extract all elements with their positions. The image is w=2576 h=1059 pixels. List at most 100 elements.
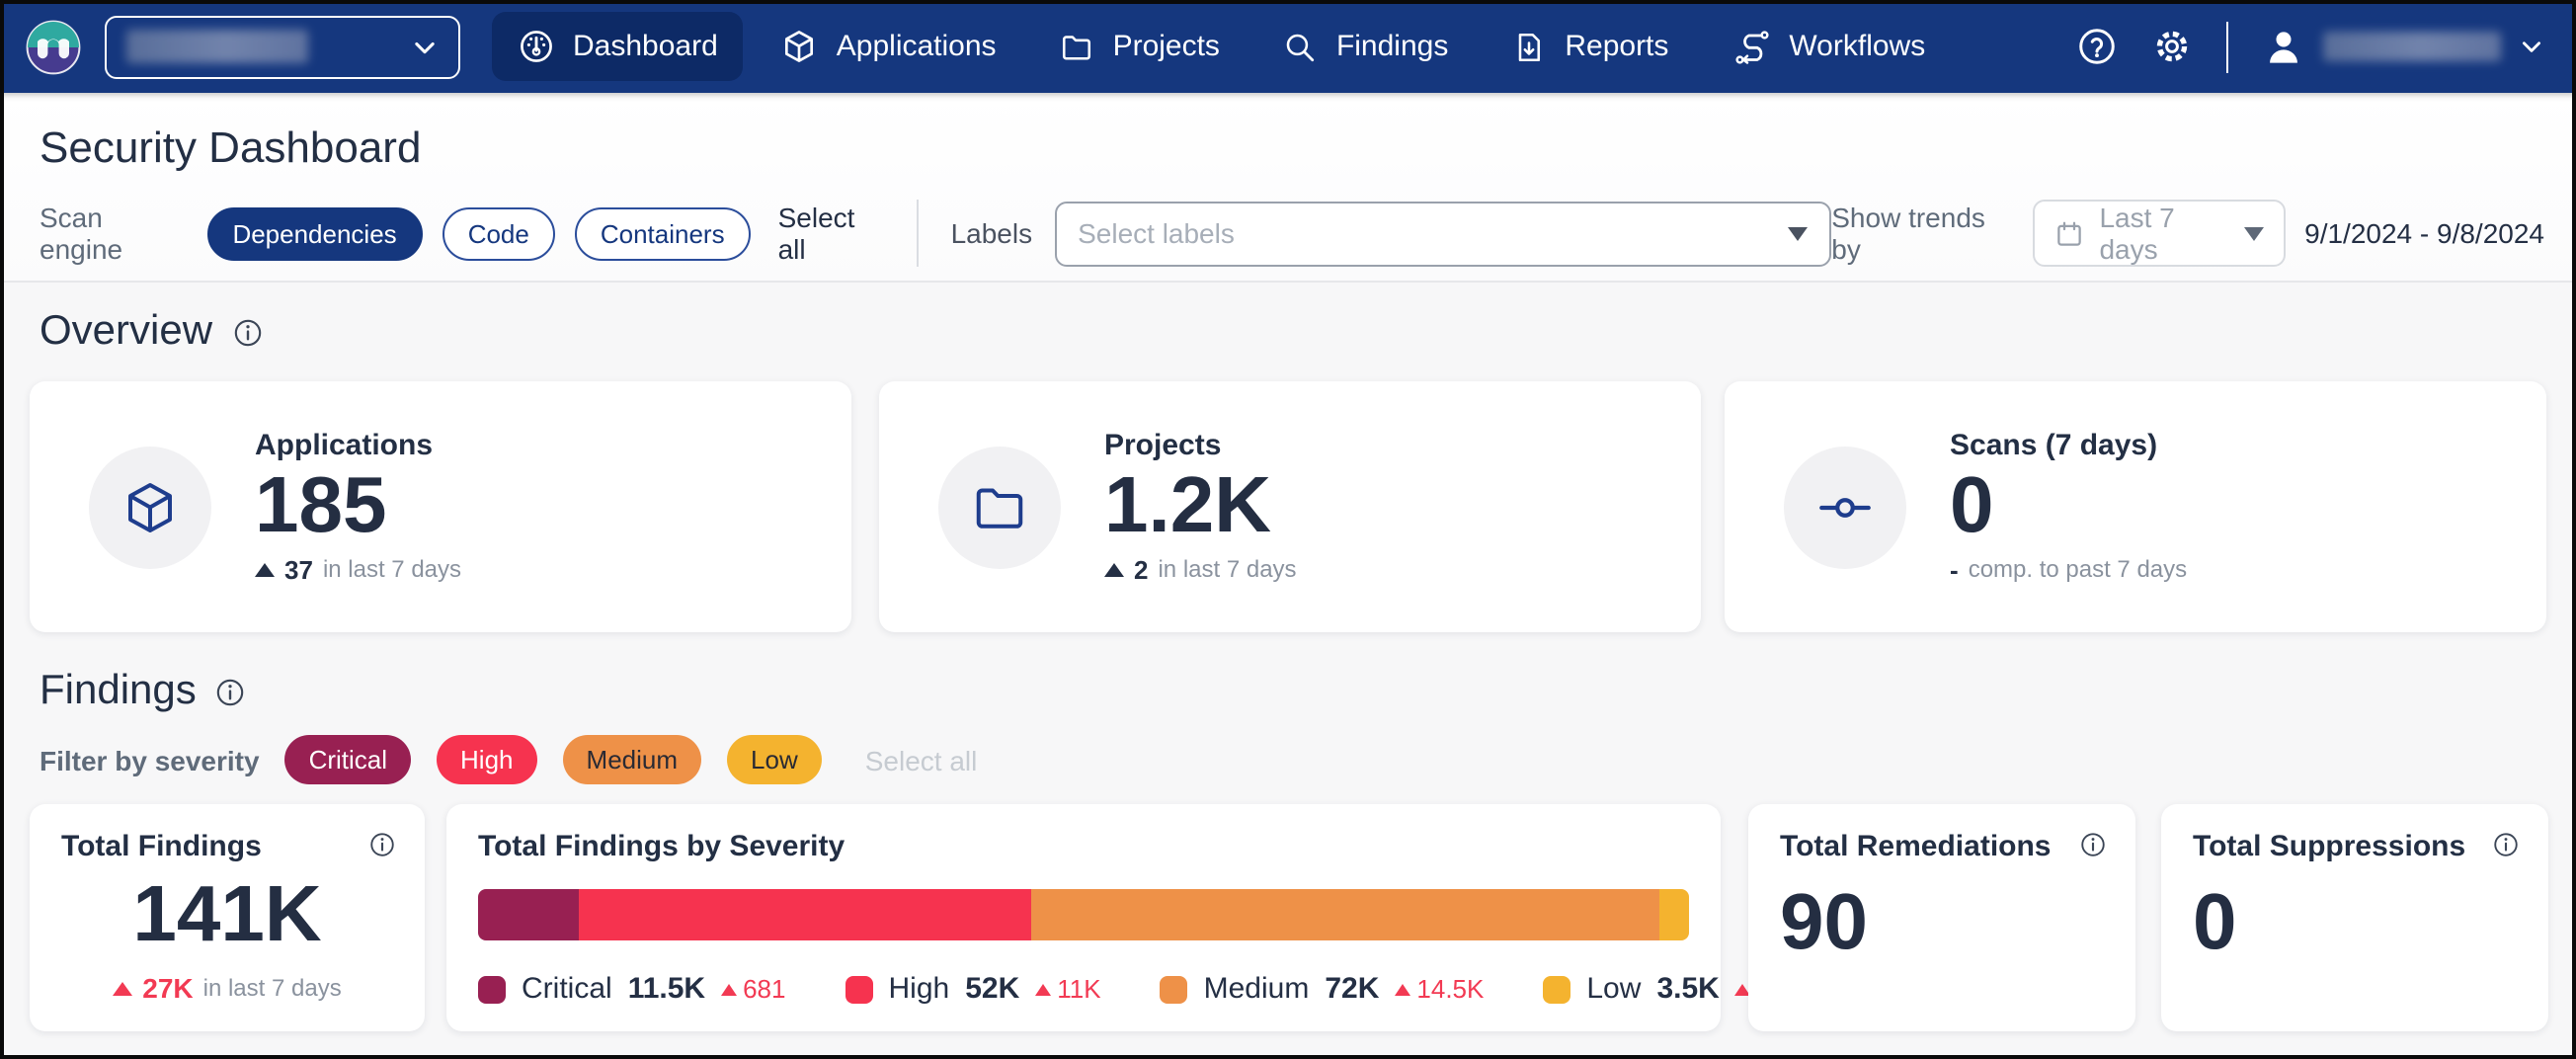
nav-item-reports[interactable]: Reports bbox=[1486, 13, 1694, 80]
workflow-icon bbox=[1731, 27, 1771, 66]
bar-segment-low bbox=[1658, 889, 1689, 940]
chevron-down-icon bbox=[411, 33, 439, 60]
nav-item-workflows[interactable]: Workflows bbox=[1706, 11, 1951, 82]
trends-period-value: Last 7 days bbox=[2099, 202, 2227, 265]
severity-select-all[interactable]: Select all bbox=[865, 744, 978, 775]
organization-selector[interactable] bbox=[105, 15, 460, 78]
labels-placeholder: Select labels bbox=[1078, 217, 1235, 249]
mend-logo-icon bbox=[26, 19, 81, 74]
card-title: Total Suppressions bbox=[2193, 830, 2465, 863]
legend-label: Low bbox=[1586, 972, 1641, 1006]
bar-segment-high bbox=[578, 889, 1031, 940]
legend-swatch-low bbox=[1543, 975, 1570, 1003]
triangle-up-icon bbox=[113, 981, 132, 995]
nav-item-findings[interactable]: Findings bbox=[1257, 13, 1474, 80]
total-findings-value: 141K bbox=[30, 875, 425, 954]
severity-filter-row: Filter by severity Critical High Medium … bbox=[40, 735, 977, 784]
gear-icon bbox=[2151, 26, 2193, 67]
user-avatar-icon bbox=[2262, 25, 2305, 68]
remediations-info-button[interactable] bbox=[2078, 830, 2108, 859]
user-name-redacted bbox=[2323, 32, 2501, 61]
kpi-delta: 37 in last 7 days bbox=[255, 555, 461, 585]
triangle-up-icon bbox=[721, 983, 737, 995]
gauge-icon bbox=[518, 28, 555, 65]
nav-item-label: Dashboard bbox=[573, 30, 718, 63]
findings-info-button[interactable] bbox=[214, 675, 248, 708]
nav-item-label: Workflows bbox=[1789, 30, 1925, 63]
user-menu[interactable] bbox=[2262, 25, 2544, 68]
filter-row: Scan engine Dependencies Code Containers… bbox=[40, 200, 2544, 267]
severity-stacked-bar bbox=[478, 889, 1689, 940]
legend-delta-value: 681 bbox=[743, 974, 785, 1004]
severity-chip-critical[interactable]: Critical bbox=[285, 735, 411, 784]
findings-by-severity-card: Total Findings by Severity Critical 11.5… bbox=[446, 804, 1721, 1031]
triangle-up-icon bbox=[1104, 563, 1124, 577]
nav-item-projects[interactable]: Projects bbox=[1034, 13, 1246, 80]
scan-engine-chip-code[interactable]: Code bbox=[443, 206, 555, 260]
legend-delta: 14.5K bbox=[1395, 974, 1484, 1004]
legend-label: High bbox=[889, 972, 950, 1006]
applications-icon-circle bbox=[89, 446, 211, 568]
severity-chip-high[interactable]: High bbox=[437, 735, 537, 784]
labels-label: Labels bbox=[951, 217, 1033, 249]
filter-divider bbox=[918, 200, 920, 267]
nav-item-label: Projects bbox=[1113, 30, 1220, 63]
applications-kpi-card: Applications 185 37 in last 7 days bbox=[30, 381, 851, 632]
severity-chip-low[interactable]: Low bbox=[727, 735, 822, 784]
kpi-title: Scans (7 days) bbox=[1950, 429, 2187, 462]
bar-segment-medium bbox=[1031, 889, 1658, 940]
legend-delta-value: 14.5K bbox=[1416, 974, 1484, 1004]
nav-right-controls bbox=[2076, 21, 2544, 72]
date-range: 9/1/2024 - 9/8/2024 bbox=[2304, 217, 2544, 249]
total-findings-info-button[interactable] bbox=[367, 830, 397, 859]
suppressions-info-button[interactable] bbox=[2491, 830, 2521, 859]
help-icon bbox=[2076, 26, 2118, 67]
labels-select[interactable]: Select labels bbox=[1054, 201, 1831, 266]
page-title: Security Dashboard bbox=[40, 122, 421, 174]
nav-item-dashboard[interactable]: Dashboard bbox=[492, 12, 744, 81]
delta-number: 37 bbox=[284, 555, 313, 585]
total-findings-card: Total Findings 141K 27K in last 7 days bbox=[30, 804, 425, 1031]
caret-down-icon bbox=[1788, 226, 1808, 240]
card-header: Total Remediations bbox=[1748, 804, 2135, 863]
chevron-down-icon bbox=[2519, 34, 2544, 59]
caret-down-icon bbox=[2243, 226, 2263, 240]
trends-period-select[interactable]: Last 7 days bbox=[2032, 200, 2285, 267]
scan-engine-select-all[interactable]: Select all bbox=[778, 202, 886, 265]
main-nav-items: Dashboard Applications Projects bbox=[492, 11, 1951, 82]
show-trends-label: Show trends by bbox=[1831, 202, 2008, 265]
kpi-title: Applications bbox=[255, 429, 461, 462]
info-icon bbox=[214, 675, 248, 708]
trends-controls: Show trends by Last 7 days 9/1/2024 - 9/… bbox=[1831, 200, 2544, 267]
severity-chip-medium[interactable]: Medium bbox=[563, 735, 702, 784]
card-title: Total Remediations bbox=[1780, 830, 2052, 863]
scans-kpi-card: Scans (7 days) 0 - comp. to past 7 days bbox=[1725, 381, 2546, 632]
info-icon bbox=[367, 830, 397, 859]
delta-number: 27K bbox=[142, 972, 193, 1004]
legend-label: Medium bbox=[1204, 972, 1310, 1006]
settings-button[interactable] bbox=[2151, 26, 2193, 67]
total-remediations-value: 90 bbox=[1780, 883, 2135, 962]
scan-engine-chip-dependencies[interactable]: Dependencies bbox=[206, 206, 422, 260]
cube-icon bbox=[121, 477, 180, 536]
triangle-up-icon bbox=[1035, 983, 1051, 995]
scan-engine-chip-containers[interactable]: Containers bbox=[575, 206, 751, 260]
legend-value: 72K bbox=[1325, 972, 1379, 1006]
legend-label: Critical bbox=[522, 972, 612, 1006]
nav-item-applications[interactable]: Applications bbox=[756, 12, 1022, 81]
total-remediations-card: Total Remediations 90 bbox=[1748, 804, 2135, 1031]
overview-info-button[interactable] bbox=[230, 315, 264, 349]
nav-divider bbox=[2226, 21, 2228, 72]
overview-section-heading: Overview bbox=[40, 308, 264, 356]
triangle-up-icon bbox=[255, 563, 275, 577]
delta-suffix: in last 7 days bbox=[203, 974, 342, 1002]
kpi-delta: 2 in last 7 days bbox=[1104, 555, 1297, 585]
kpi-title: Projects bbox=[1104, 429, 1297, 462]
legend-delta: 11K bbox=[1035, 974, 1100, 1004]
legend-value: 3.5K bbox=[1656, 972, 1719, 1006]
severity-legend: Critical 11.5K 681 High 52K 11K Medium 7… bbox=[478, 972, 1689, 1006]
security-dashboard-page: Dashboard Applications Projects bbox=[0, 0, 2576, 1059]
nav-item-label: Findings bbox=[1336, 30, 1448, 63]
findings-title: Findings bbox=[40, 668, 197, 715]
help-button[interactable] bbox=[2076, 26, 2118, 67]
